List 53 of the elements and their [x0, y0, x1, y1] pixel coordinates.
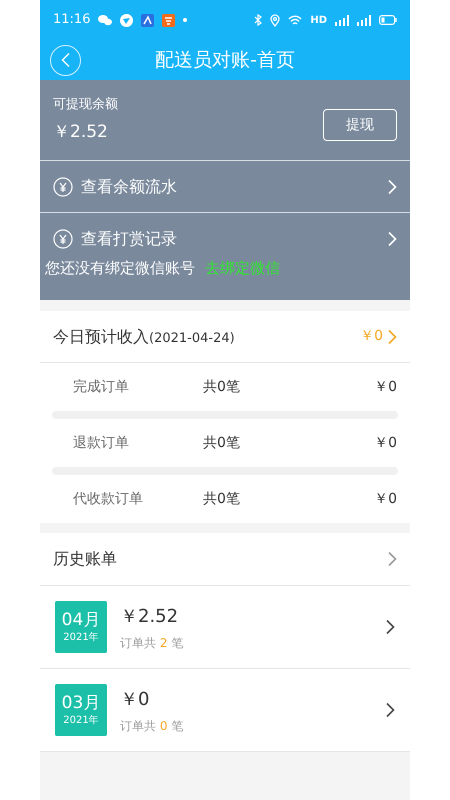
yen-icon: [53, 229, 73, 249]
signal-icon: [357, 14, 371, 26]
status-time: 11:16: [53, 11, 90, 30]
balance-label: 可提现余额: [53, 96, 119, 114]
yen-icon: [53, 176, 73, 196]
chevron-icon: [387, 328, 397, 344]
chevron-icon: [385, 702, 395, 718]
order-count: 共0笔: [203, 490, 241, 508]
wifi-icon: [288, 14, 302, 26]
order-count: 共0笔: [203, 434, 241, 452]
order-count: 共0笔: [203, 378, 241, 396]
bill-amount: ￥0: [120, 688, 150, 712]
bill-row[interactable]: 04月 2021年 ￥2.52 订单共 2 笔: [40, 586, 410, 669]
order-type: 退款订单: [72, 434, 130, 452]
order-type: 完成订单: [72, 378, 130, 396]
today-income-title: 今日预计收入(2021-04-24): [53, 326, 236, 348]
back-icon: [60, 52, 70, 68]
app-icon: [162, 14, 176, 26]
bill-month: 03月: [62, 692, 100, 712]
bluetooth-icon: [254, 14, 262, 26]
location-icon: [270, 14, 280, 26]
chevron-icon: [387, 551, 397, 567]
bill-month: 04月: [62, 610, 100, 630]
order-amount: ￥0: [374, 490, 397, 508]
dot-icon: [183, 18, 188, 22]
menu-label: 查看余额流水: [81, 176, 178, 198]
app-icon: [141, 14, 154, 26]
chevron-icon: [387, 178, 397, 194]
chat-icon: [98, 14, 112, 26]
bill-order-count: 订单共 2 笔: [120, 634, 184, 652]
chevron-icon: [385, 619, 395, 635]
bill-year: 2021年: [63, 714, 99, 728]
chevron-icon: [387, 231, 397, 247]
menu-label: 查看打赏记录: [81, 228, 178, 250]
order-amount: ￥0: [374, 378, 397, 396]
order-type: 代收款订单: [72, 490, 144, 508]
signal-icon: [335, 14, 349, 26]
back-button[interactable]: [50, 44, 81, 76]
history-title: 历史账单: [53, 548, 118, 570]
battery-icon: [379, 15, 397, 25]
bird-icon: [120, 14, 134, 26]
menu-row[interactable]: 查看余额流水: [40, 161, 410, 213]
network-label: HD: [310, 14, 327, 28]
bill-amount: ￥2.52: [120, 604, 180, 628]
balance-amount: ￥2.52: [53, 121, 109, 144]
order-amount: ￥0: [374, 434, 397, 452]
bill-year: 2021年: [63, 630, 99, 644]
withdraw-button[interactable]: 提现: [323, 109, 397, 141]
page-title: 配送员对账-首页: [154, 48, 296, 73]
bind-wechat-link[interactable]: 去绑定微信: [205, 257, 280, 280]
wechat-notice: 您还没有绑定微信账号: [45, 258, 195, 279]
bill-order-count: 订单共 0 笔: [120, 718, 184, 734]
today-income-amount: ￥0: [360, 327, 383, 346]
